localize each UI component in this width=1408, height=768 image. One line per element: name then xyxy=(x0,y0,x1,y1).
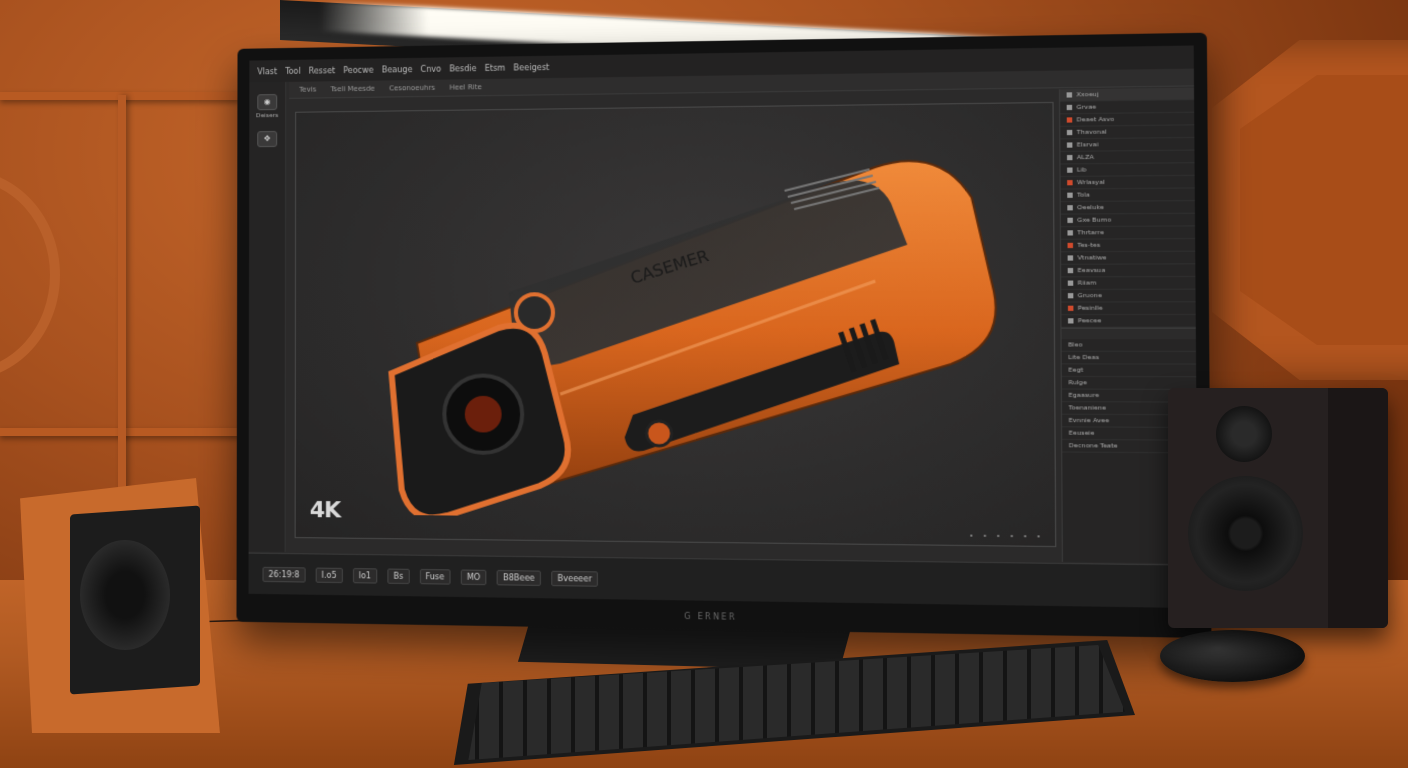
outliner-row[interactable]: Peecee xyxy=(1061,314,1196,328)
outliner-row[interactable]: Gxe Bumo xyxy=(1060,213,1196,228)
outliner-row-label: Thrtarre xyxy=(1077,229,1105,237)
timeline-item[interactable]: lo1 xyxy=(352,567,378,584)
outliner-row[interactable]: Oeeluke xyxy=(1060,201,1195,215)
outliner-row-label: Xxoeuj xyxy=(1076,90,1099,99)
mouse xyxy=(1160,630,1305,682)
screen: Vlast Tool Resset Peocwe Beauge Cnvo Besdie Ets… xyxy=(248,45,1198,609)
outliner-row[interactable]: Vtnatiwe xyxy=(1061,251,1196,265)
object-icon xyxy=(1067,318,1074,324)
outliner-row-label: Eeavsua xyxy=(1077,266,1106,275)
outliner-row-label: Oeeluke xyxy=(1077,203,1105,212)
object-icon xyxy=(1066,104,1073,111)
outliner-row-label: Deaet Asvo xyxy=(1076,115,1115,124)
outliner-row-label: Peecee xyxy=(1077,317,1102,325)
property-row[interactable]: Lite Deas xyxy=(1061,351,1197,365)
move-icon[interactable]: ✥ xyxy=(257,130,278,148)
timeline-item[interactable]: Fuse xyxy=(419,568,451,585)
outliner-row[interactable]: Gruone xyxy=(1061,289,1196,303)
object-icon xyxy=(1067,180,1073,186)
property-row[interactable]: Eegt xyxy=(1061,364,1197,378)
object-icon xyxy=(1067,230,1073,236)
outliner-row-label: Gxe Bumo xyxy=(1077,216,1112,224)
outliner-row-label: Thavonal xyxy=(1076,128,1107,137)
right-speaker xyxy=(1168,388,1388,628)
outliner-row-label: Vtnatiwe xyxy=(1077,254,1107,262)
scene: Vlast Tool Resset Peocwe Beauge Cnvo Besdie Ets… xyxy=(0,0,1408,768)
wall-ring xyxy=(0,170,60,380)
outliner-row[interactable]: ALZA xyxy=(1060,150,1195,165)
speaker-side xyxy=(1328,388,1388,628)
object-icon xyxy=(1067,167,1073,173)
timeline-item[interactable]: Bveeeer xyxy=(551,570,599,587)
outliner-row-label: Elsrvai xyxy=(1076,141,1099,149)
menu-item[interactable]: Cnvo xyxy=(421,64,442,73)
object-icon xyxy=(1066,92,1073,98)
object-icon xyxy=(1066,142,1073,148)
menu-item[interactable]: Peocwe xyxy=(343,65,373,74)
object-icon xyxy=(1066,117,1073,123)
timeline-item[interactable]: MO xyxy=(460,569,487,585)
outliner-row-label: ALZA xyxy=(1076,153,1094,162)
outliner-row-label: Tes-tes xyxy=(1077,241,1101,250)
tool-label: Deisers xyxy=(256,111,279,120)
menu-item[interactable]: Vlast xyxy=(257,67,277,76)
toolbar-item[interactable]: Tevis xyxy=(299,85,316,93)
outliner-row-label: Lib xyxy=(1076,166,1087,174)
menu-item[interactable]: Beeigest xyxy=(514,62,550,72)
outliner-row[interactable]: Tes-tes xyxy=(1060,239,1196,253)
object-icon xyxy=(1067,192,1073,198)
outliner-row[interactable]: Tola xyxy=(1060,188,1195,203)
monitor-brand: G ERNER xyxy=(684,611,737,622)
outliner-row-label: Gruone xyxy=(1077,291,1102,300)
panel-divider xyxy=(1061,327,1196,340)
menu-item[interactable]: Etsm xyxy=(485,63,506,72)
outliner-row-label: Riiam xyxy=(1077,279,1097,287)
speaker-woofer xyxy=(1188,476,1303,591)
camera-icon[interactable]: ◉ xyxy=(257,94,278,111)
menu-item[interactable]: Besdie xyxy=(449,64,476,73)
outliner-row[interactable]: Lib xyxy=(1060,163,1195,178)
property-row[interactable]: Bleo xyxy=(1061,339,1196,352)
frame-counter[interactable]: 26:19:8 xyxy=(262,566,306,583)
menu-item[interactable]: Resset xyxy=(309,66,336,75)
wall-hexagon-inner xyxy=(1240,75,1408,345)
toolbar-item[interactable]: Cesonoeuhrs xyxy=(389,84,435,93)
menu-item[interactable]: Beauge xyxy=(382,65,413,75)
outliner-row-label: Wrlasyal xyxy=(1076,178,1105,187)
outliner-row[interactable]: Thrtarre xyxy=(1060,226,1196,240)
menu-item[interactable]: Tool xyxy=(285,66,301,75)
outliner-row[interactable]: Eeavsua xyxy=(1061,264,1196,278)
object-icon xyxy=(1067,267,1074,274)
outliner-row-label: Tola xyxy=(1077,191,1090,199)
object-icon xyxy=(1067,293,1074,299)
outliner-row[interactable]: Pesinlle xyxy=(1061,302,1196,316)
3d-viewport[interactable]: CASEMER 4K • • • • • • xyxy=(294,101,1057,548)
outliner-row-label: Pesinlle xyxy=(1077,304,1103,312)
toolbar-item[interactable]: Heel Rite xyxy=(449,83,482,92)
timeline-item[interactable]: B8Beee xyxy=(496,569,541,586)
object-icon xyxy=(1067,205,1073,211)
object-icon xyxy=(1066,154,1073,161)
camera-model: CASEMER xyxy=(296,103,1057,522)
speaker-tweeter xyxy=(1216,406,1272,462)
outliner-row[interactable]: Riiam xyxy=(1061,276,1196,290)
timeline-bar: 26:19:8 I.o5 lo1 Bs Fuse MO B8Beee Bveee… xyxy=(248,552,1198,609)
toolbar-item[interactable]: Tseli Meesde xyxy=(330,85,375,94)
viewport-nav-dots[interactable]: • • • • • • xyxy=(969,532,1044,541)
timeline-item[interactable]: I.o5 xyxy=(315,567,343,583)
left-speaker-cone xyxy=(80,540,170,650)
outliner-row[interactable]: Wrlasyal xyxy=(1060,175,1195,190)
object-icon xyxy=(1067,280,1074,286)
resolution-badge: 4K xyxy=(309,497,341,524)
outliner-row-label: Grvae xyxy=(1076,103,1097,112)
wall-post xyxy=(118,95,126,525)
object-icon xyxy=(1067,242,1074,249)
monitor: Vlast Tool Resset Peocwe Beauge Cnvo Besdie Ets… xyxy=(236,32,1212,639)
left-toolbar: ◉ Deisers ✥ xyxy=(248,81,287,553)
object-icon xyxy=(1067,217,1073,223)
object-icon xyxy=(1067,305,1074,311)
timeline-item[interactable]: Bs xyxy=(387,568,410,584)
object-icon xyxy=(1067,255,1074,261)
object-icon xyxy=(1066,129,1073,136)
